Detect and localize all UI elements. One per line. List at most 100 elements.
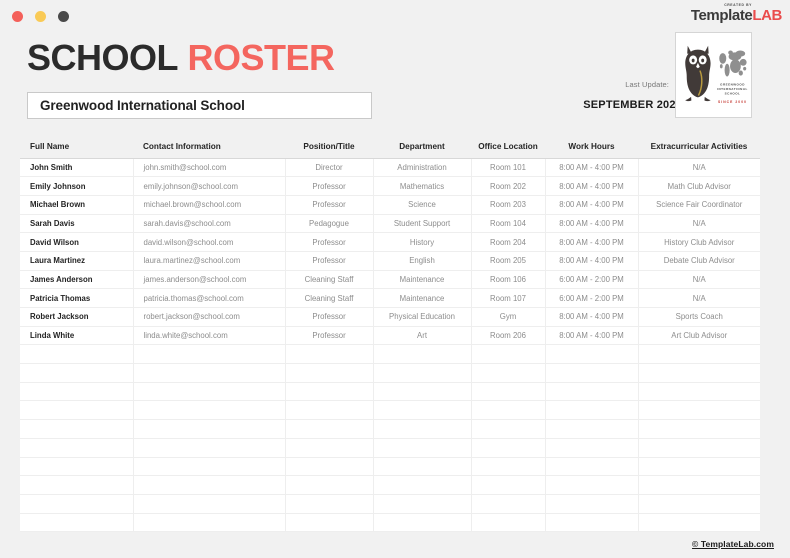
cell-department[interactable] bbox=[373, 344, 472, 365]
cell-work-hours[interactable] bbox=[545, 400, 639, 421]
cell-extracurricular[interactable]: Debate Club Advisor bbox=[638, 251, 760, 271]
cell-work-hours[interactable] bbox=[545, 475, 639, 495]
cell-position[interactable]: Cleaning Staff bbox=[285, 288, 374, 308]
cell-work-hours[interactable]: 8:00 AM - 4:00 PM bbox=[545, 326, 639, 346]
cell-office-location[interactable] bbox=[471, 382, 546, 402]
cell-work-hours[interactable]: 6:00 AM - 2:00 PM bbox=[545, 270, 639, 290]
cell-contact[interactable] bbox=[133, 363, 286, 383]
cell-department[interactable] bbox=[373, 513, 472, 533]
cell-office-location[interactable]: Room 104 bbox=[471, 214, 546, 234]
cell-extracurricular[interactable]: N/A bbox=[638, 158, 760, 178]
cell-work-hours[interactable] bbox=[545, 494, 639, 514]
school-name-input[interactable]: Greenwood International School bbox=[27, 92, 372, 119]
table-row[interactable] bbox=[20, 513, 760, 533]
cell-department[interactable]: Administration bbox=[373, 158, 472, 178]
cell-position[interactable] bbox=[285, 363, 374, 383]
cell-position[interactable] bbox=[285, 457, 374, 477]
cell-office-location[interactable]: Room 106 bbox=[471, 270, 546, 290]
cell-extracurricular[interactable] bbox=[638, 513, 760, 533]
column-header-position[interactable]: Position/Title bbox=[285, 136, 373, 159]
cell-extracurricular[interactable] bbox=[638, 457, 760, 477]
table-row[interactable]: Robert Jackson robert.jackson@school.com P… bbox=[20, 307, 760, 327]
cell-work-hours[interactable] bbox=[545, 457, 639, 477]
cell-contact[interactable] bbox=[133, 494, 286, 514]
cell-extracurricular[interactable] bbox=[638, 344, 760, 365]
table-row[interactable]: Emily Johnson emily.johnson@school.com Pro… bbox=[20, 176, 760, 196]
cell-contact[interactable]: patricia.thomas@school.com bbox=[133, 288, 286, 308]
cell-full-name[interactable] bbox=[20, 438, 134, 458]
table-row[interactable] bbox=[20, 438, 760, 458]
cell-office-location[interactable] bbox=[471, 400, 546, 421]
cell-position[interactable]: Cleaning Staff bbox=[285, 270, 374, 290]
cell-position[interactable] bbox=[285, 344, 374, 365]
cell-work-hours[interactable]: 6:00 AM - 2:00 PM bbox=[545, 288, 639, 308]
table-row[interactable]: John Smith john.smith@school.com Director A… bbox=[20, 158, 760, 178]
cell-contact[interactable]: laura.martinez@school.com bbox=[133, 251, 286, 271]
cell-department[interactable]: Mathematics bbox=[373, 176, 472, 196]
cell-office-location[interactable] bbox=[471, 457, 546, 477]
cell-full-name[interactable] bbox=[20, 513, 134, 533]
table-row[interactable]: Laura Martinez laura.martinez@school.com P… bbox=[20, 251, 760, 271]
cell-extracurricular[interactable]: N/A bbox=[638, 270, 760, 290]
cell-department[interactable]: History bbox=[373, 232, 472, 252]
cell-contact[interactable]: john.smith@school.com bbox=[133, 158, 286, 178]
cell-work-hours[interactable] bbox=[545, 438, 639, 458]
cell-full-name[interactable]: Emily Johnson bbox=[20, 176, 134, 196]
table-row[interactable]: James Anderson james.anderson@school.com C… bbox=[20, 270, 760, 290]
table-row[interactable] bbox=[20, 475, 760, 495]
cell-work-hours[interactable]: 8:00 AM - 4:00 PM bbox=[545, 214, 639, 234]
cell-contact[interactable]: linda.white@school.com bbox=[133, 326, 286, 346]
cell-work-hours[interactable] bbox=[545, 363, 639, 383]
cell-full-name[interactable] bbox=[20, 363, 134, 383]
cell-office-location[interactable]: Room 107 bbox=[471, 288, 546, 308]
column-header-full-name[interactable]: Full Name bbox=[20, 136, 133, 159]
cell-work-hours[interactable]: 8:00 AM - 4:00 PM bbox=[545, 176, 639, 196]
maximize-dot[interactable] bbox=[58, 11, 69, 22]
cell-work-hours[interactable]: 8:00 AM - 4:00 PM bbox=[545, 158, 639, 178]
cell-extracurricular[interactable]: Science Fair Coordinator bbox=[638, 195, 760, 215]
cell-full-name[interactable]: John Smith bbox=[20, 158, 134, 178]
table-row[interactable]: David Wilson david.wilson@school.com Profe… bbox=[20, 232, 760, 252]
cell-contact[interactable]: james.anderson@school.com bbox=[133, 270, 286, 290]
cell-contact[interactable]: robert.jackson@school.com bbox=[133, 307, 286, 327]
cell-work-hours[interactable]: 8:00 AM - 4:00 PM bbox=[545, 251, 639, 271]
cell-office-location[interactable]: Room 205 bbox=[471, 251, 546, 271]
cell-department[interactable]: Art bbox=[373, 326, 472, 346]
table-row[interactable] bbox=[20, 382, 760, 402]
cell-office-location[interactable]: Room 202 bbox=[471, 176, 546, 196]
cell-extracurricular[interactable] bbox=[638, 494, 760, 514]
minimize-dot[interactable] bbox=[35, 11, 46, 22]
cell-position[interactable]: Professor bbox=[285, 176, 374, 196]
cell-full-name[interactable]: Laura Martinez bbox=[20, 251, 134, 271]
cell-extracurricular[interactable] bbox=[638, 475, 760, 495]
cell-department[interactable] bbox=[373, 363, 472, 383]
cell-position[interactable]: Director bbox=[285, 158, 374, 178]
cell-office-location[interactable] bbox=[471, 513, 546, 533]
cell-position[interactable] bbox=[285, 419, 374, 439]
cell-position[interactable]: Professor bbox=[285, 195, 374, 215]
cell-position[interactable]: Professor bbox=[285, 307, 374, 327]
table-row[interactable] bbox=[20, 419, 760, 439]
cell-full-name[interactable]: James Anderson bbox=[20, 270, 134, 290]
table-row[interactable] bbox=[20, 400, 760, 421]
cell-department[interactable] bbox=[373, 382, 472, 402]
column-header-office-location[interactable]: Office Location bbox=[471, 136, 545, 159]
cell-position[interactable]: Pedagogue bbox=[285, 214, 374, 234]
table-row[interactable] bbox=[20, 457, 760, 477]
cell-contact[interactable] bbox=[133, 438, 286, 458]
cell-office-location[interactable] bbox=[471, 438, 546, 458]
column-header-contact[interactable]: Contact Information bbox=[133, 136, 285, 159]
cell-full-name[interactable]: Linda White bbox=[20, 326, 134, 346]
cell-office-location[interactable]: Room 204 bbox=[471, 232, 546, 252]
cell-work-hours[interactable] bbox=[545, 419, 639, 439]
cell-position[interactable]: Professor bbox=[285, 251, 374, 271]
column-header-work-hours[interactable]: Work Hours bbox=[545, 136, 638, 159]
cell-contact[interactable] bbox=[133, 475, 286, 495]
cell-position[interactable]: Professor bbox=[285, 326, 374, 346]
cell-office-location[interactable] bbox=[471, 419, 546, 439]
cell-extracurricular[interactable]: N/A bbox=[638, 214, 760, 234]
cell-position[interactable] bbox=[285, 382, 374, 402]
cell-department[interactable] bbox=[373, 419, 472, 439]
cell-department[interactable]: Student Support bbox=[373, 214, 472, 234]
cell-extracurricular[interactable]: N/A bbox=[638, 288, 760, 308]
